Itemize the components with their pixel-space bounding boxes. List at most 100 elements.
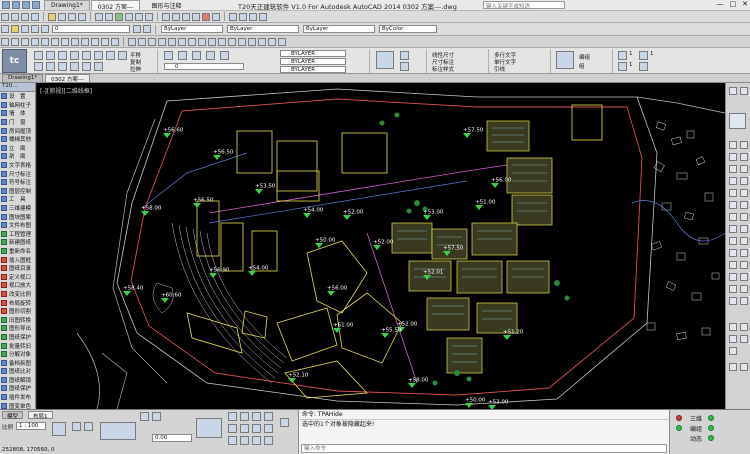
palette-item[interactable]: 文件布图: [0, 221, 35, 230]
mirror-icon[interactable]: [148, 37, 156, 46]
color-bylayer-box[interactable]: BYLAYER: [280, 50, 346, 57]
lineweight-bylayer-box[interactable]: BYLAYER: [280, 66, 346, 73]
palette-item[interactable]: 分解对象: [0, 350, 35, 359]
palette-item[interactable]: 改变比例: [0, 290, 35, 299]
zoom-prev-icon[interactable]: [145, 12, 153, 21]
layer-manager-icon[interactable]: [164, 51, 173, 60]
edit-block-icon[interactable]: [400, 62, 409, 71]
palette-item[interactable]: 批量转旧: [0, 341, 35, 350]
tab-layout1[interactable]: 布局1: [28, 411, 53, 420]
layer-iso-icon[interactable]: [192, 51, 201, 60]
calc-icon[interactable]: [212, 12, 220, 21]
palette-item[interactable]: 立 面: [0, 144, 35, 153]
new-icon[interactable]: [1, 12, 9, 21]
close-button[interactable]: ✕: [742, 0, 748, 8]
line-icon[interactable]: [1, 37, 9, 46]
steering-r-icon[interactable]: [740, 335, 748, 343]
array-tool-icon[interactable]: [58, 62, 67, 71]
polyline-icon[interactable]: [11, 37, 19, 46]
pan-icon[interactable]: [115, 12, 123, 21]
break-icon[interactable]: [238, 37, 246, 46]
array-icon[interactable]: [168, 37, 176, 46]
quick-view-icon[interactable]: [140, 412, 149, 421]
cleanscreen-icon[interactable]: [264, 436, 273, 445]
layer-color-icon[interactable]: [41, 25, 49, 33]
polygon-icon[interactable]: [51, 37, 59, 46]
palette-item[interactable]: 重新命名: [0, 247, 35, 256]
elevation-field[interactable]: 0.00: [152, 434, 192, 442]
sc-icon[interactable]: [240, 436, 249, 445]
dim-style-label[interactable]: 标注样式: [432, 65, 454, 73]
palette-item[interactable]: 图纸目录: [0, 264, 35, 273]
chamfer-icon[interactable]: [258, 37, 266, 46]
polyline-r-icon[interactable]: [729, 141, 737, 149]
palette-item[interactable]: 楼梯其他: [0, 135, 35, 144]
tpy-icon[interactable]: [264, 424, 273, 433]
palette-item[interactable]: 布局旋转: [0, 298, 35, 307]
erase-icon[interactable]: [128, 37, 136, 46]
spline-icon[interactable]: [61, 37, 69, 46]
palette-item[interactable]: 定义视口: [0, 272, 35, 281]
palette-item[interactable]: 工 具: [0, 195, 35, 204]
plotstyle-combo[interactable]: ByColor: [379, 25, 437, 33]
file-tab-current[interactable]: 0302 方案---: [45, 74, 90, 83]
minimize-button[interactable]: —: [717, 0, 724, 8]
gradient-icon[interactable]: [91, 37, 99, 46]
ellipse-icon[interactable]: [71, 37, 79, 46]
file-tab-drawing1[interactable]: Drawing1*: [2, 74, 44, 82]
rotate-tool-icon[interactable]: [70, 51, 79, 60]
group-label[interactable]: 编组: [579, 53, 590, 61]
toggle-3d[interactable]: [708, 415, 714, 421]
design-center-icon[interactable]: [172, 12, 180, 21]
viewport-controls[interactable]: [-][俯视][二维线框]: [40, 86, 92, 95]
palette-item[interactable]: 文字表格: [0, 161, 35, 170]
polygon-r-icon[interactable]: [729, 189, 737, 197]
text-style-icon[interactable]: [229, 12, 237, 21]
move-r-icon[interactable]: [740, 87, 748, 95]
ellipse-r-icon[interactable]: [729, 213, 737, 221]
region-r-icon[interactable]: [729, 273, 737, 281]
undo-icon[interactable]: [32, 1, 40, 9]
arc-icon[interactable]: [31, 37, 39, 46]
fillet-icon[interactable]: [268, 37, 276, 46]
copy-icon[interactable]: [58, 12, 66, 21]
palette-item[interactable]: 房间屋顶: [0, 126, 35, 135]
palette-item[interactable]: 图层控制: [0, 187, 35, 196]
array-r-icon[interactable]: [740, 177, 748, 185]
lwt-icon[interactable]: [252, 424, 261, 433]
block-r-icon[interactable]: [729, 225, 737, 233]
match-prop-icon[interactable]: [78, 12, 86, 21]
fillet-tool-icon[interactable]: [118, 51, 127, 60]
layer-off-icon[interactable]: [220, 51, 229, 60]
undo-icon[interactable]: [95, 12, 103, 21]
lineweight-combo[interactable]: ByLayer: [303, 25, 375, 33]
move-tool-icon[interactable]: [34, 51, 43, 60]
maximize-button[interactable]: □: [730, 0, 737, 8]
redo-icon[interactable]: [105, 12, 113, 21]
layer-make-current-icon[interactable]: [143, 25, 151, 33]
ducs-icon[interactable]: [228, 424, 237, 433]
offset-tool-icon[interactable]: [46, 62, 55, 71]
zoom-r-icon[interactable]: [740, 323, 748, 331]
command-line[interactable]: 命令: TPAHide 选中的1个对象被隐藏起来! 键入命令: [298, 410, 670, 454]
print-icon[interactable]: [31, 12, 39, 21]
palette-item[interactable]: 三维建模: [0, 204, 35, 213]
new-file-icon[interactable]: [2, 1, 10, 9]
mtext-icon[interactable]: [111, 37, 119, 46]
palette-item[interactable]: 图块图案: [0, 212, 35, 221]
color-combo[interactable]: ByLayer: [161, 25, 223, 33]
layer-combo[interactable]: 0: [52, 25, 130, 33]
cut-icon[interactable]: [48, 12, 56, 21]
region-icon[interactable]: [101, 37, 109, 46]
explode-tool-icon[interactable]: [70, 62, 79, 71]
layer-unisolate-icon[interactable]: [206, 51, 215, 60]
create-block-icon[interactable]: [400, 51, 409, 60]
trim-tool-icon[interactable]: [106, 51, 115, 60]
fillet-r-icon[interactable]: [740, 285, 748, 293]
ucs-icon[interactable]: [639, 51, 648, 60]
hardware-accel-icon[interactable]: [152, 412, 161, 421]
palette-item[interactable]: 图纸保护: [0, 333, 35, 342]
osnap-icon[interactable]: [252, 412, 261, 421]
trim-r-icon[interactable]: [740, 225, 748, 233]
chamfer-r-icon[interactable]: [740, 273, 748, 281]
